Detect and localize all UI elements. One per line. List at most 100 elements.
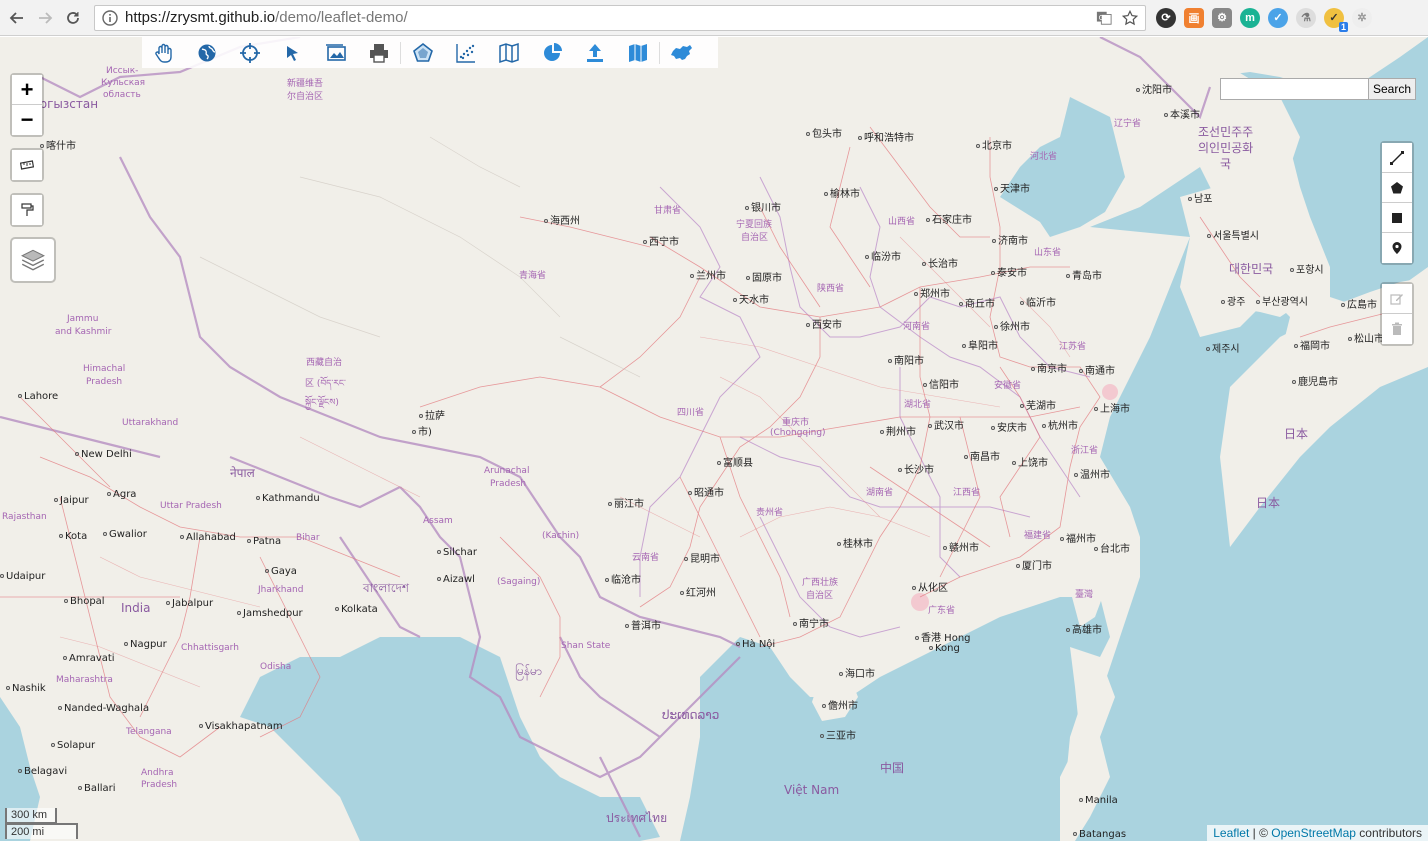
city-label: Allahabad — [180, 532, 236, 543]
pie-button[interactable] — [530, 37, 573, 68]
ext-m-icon[interactable]: m — [1240, 7, 1260, 28]
draw-marker-button[interactable] — [1382, 233, 1412, 263]
city-label: Kathmandu — [256, 493, 320, 504]
city-label: 海口市 — [839, 665, 875, 680]
province-label: 河北省 — [1030, 152, 1058, 162]
province-label: Иссык- — [106, 66, 139, 76]
city-label: 광주 — [1221, 293, 1245, 308]
printer-icon — [369, 43, 388, 63]
draw-toolbar — [1380, 141, 1414, 265]
info-icon[interactable] — [101, 9, 119, 27]
city-label: 富顺县 — [717, 454, 753, 469]
star-icon[interactable] — [1121, 9, 1139, 27]
polygon-icon — [1391, 181, 1403, 193]
province-label: (Chongqing) — [770, 428, 826, 438]
ruler-icon — [20, 160, 34, 170]
draw-polygon-button[interactable] — [1382, 173, 1412, 203]
url-path: /demo/leaflet-demo/ — [275, 9, 408, 26]
city-label: 昭通市 — [688, 484, 724, 499]
zoom-control: + − — [10, 73, 44, 137]
map-container[interactable]: 包头市 呼和浩特市 北京市 沈阳市 本溪市 天津市 银川市 榆林市 石家庄市 西宁市 兰州市 固原市临… — [0, 37, 1428, 841]
ext-orange-icon[interactable]: 画 — [1184, 7, 1204, 28]
search-input[interactable] — [1220, 79, 1369, 99]
city-label: 阜阳市 — [962, 337, 998, 352]
translate-icon[interactable]: G — [1095, 9, 1113, 27]
city-label: Bhopal — [64, 596, 105, 607]
zoom-out-button[interactable]: − — [12, 105, 42, 135]
province-label: (Kachin) — [542, 531, 580, 541]
city-label: Silchar — [437, 547, 477, 558]
scatter-button[interactable] — [444, 37, 487, 68]
ext-sync-icon[interactable]: ⟳ — [1156, 7, 1176, 28]
city-label: 제주시 — [1206, 340, 1240, 355]
scatter-icon — [455, 43, 475, 63]
layers-icon — [21, 249, 45, 271]
address-bar[interactable]: https://zrysmt.github.io/demo/leaflet-de… — [94, 4, 1146, 31]
locate-button[interactable] — [228, 37, 271, 68]
city-label: 西宁市 — [643, 233, 679, 248]
city-label: 临沧市 — [605, 571, 641, 586]
city-label: Patna — [247, 536, 281, 547]
city-label: 固原市 — [746, 269, 782, 284]
print-button[interactable] — [357, 37, 400, 68]
image-icon — [325, 43, 346, 61]
select-button[interactable] — [271, 37, 314, 68]
attribution: Leaflet | © OpenStreetMap contributors — [1207, 825, 1428, 841]
ext-settings-icon[interactable]: ✲ — [1352, 7, 1372, 28]
polygon-button[interactable] — [401, 37, 444, 68]
city-label: 鹿児島市 — [1292, 373, 1338, 388]
province-label: (Sagaing) — [497, 577, 541, 587]
attribution-sep: | © — [1249, 826, 1272, 840]
province-label: 青海省 — [519, 271, 547, 281]
city-label: 本溪市 — [1164, 106, 1200, 121]
easy-print-button[interactable] — [12, 195, 42, 225]
province-label: 宁夏回族 — [736, 220, 773, 230]
ext-grey-icon[interactable]: ⚗ — [1296, 7, 1316, 28]
city-label: 荆州市 — [880, 423, 916, 438]
reload-button[interactable] — [62, 7, 84, 29]
image-button[interactable] — [314, 37, 357, 68]
city-label: 부산광역시 — [1256, 293, 1308, 308]
ext-check-icon[interactable]: ✓ 1 — [1324, 7, 1348, 32]
country-label: 국 — [1220, 157, 1232, 171]
zoom-in-button[interactable]: + — [12, 75, 42, 105]
city-label: Jamshedpur — [237, 608, 303, 619]
back-button[interactable] — [6, 7, 28, 29]
upload-button[interactable] — [573, 37, 616, 68]
edit-layers-button[interactable] — [1382, 284, 1412, 314]
leaflet-link[interactable]: Leaflet — [1213, 826, 1249, 840]
draw-polyline-button[interactable] — [1382, 143, 1412, 173]
city-label: 石家庄市 — [926, 211, 972, 226]
map-book-button[interactable] — [487, 37, 530, 68]
draw-rectangle-button[interactable] — [1382, 203, 1412, 233]
province-label: 自治区 — [806, 591, 834, 601]
marker-icon — [1392, 242, 1402, 254]
city-label: 普洱市 — [625, 617, 661, 632]
globe-button[interactable] — [185, 37, 228, 68]
delete-layers-button[interactable] — [1382, 314, 1412, 344]
ext-gear-icon[interactable]: ⚙ — [1212, 7, 1232, 28]
fold-map-button[interactable] — [616, 37, 659, 68]
pan-hand-button[interactable] — [142, 37, 185, 68]
province-label: 云南省 — [632, 553, 660, 563]
country-label: नेपाल — [230, 466, 255, 480]
layers-control[interactable] — [10, 237, 56, 283]
measure-button[interactable] — [12, 150, 42, 180]
edit-toolbar — [1380, 282, 1414, 346]
china-map-button[interactable] — [660, 37, 703, 68]
osm-link[interactable]: OpenStreetMap — [1271, 826, 1356, 840]
country-label: 의인민공화 — [1198, 141, 1254, 155]
paint-roller-icon — [21, 203, 34, 216]
city-label: 高雄市 — [1066, 621, 1102, 636]
province-label: 江西省 — [953, 488, 981, 498]
forward-button[interactable] — [34, 7, 56, 29]
province-label: Uttarakhand — [122, 418, 179, 428]
city-label: 天津市 — [994, 180, 1030, 195]
city-label: 儋州市 — [822, 697, 858, 712]
search-button[interactable]: Search — [1368, 79, 1415, 99]
ext-blue-icon[interactable]: ✓ — [1268, 7, 1288, 28]
city-label: 赣州市 — [943, 539, 979, 554]
ext-badge: 1 — [1338, 21, 1348, 32]
trash-icon — [1392, 322, 1402, 335]
country-label: ประเทศไทย — [606, 811, 668, 825]
